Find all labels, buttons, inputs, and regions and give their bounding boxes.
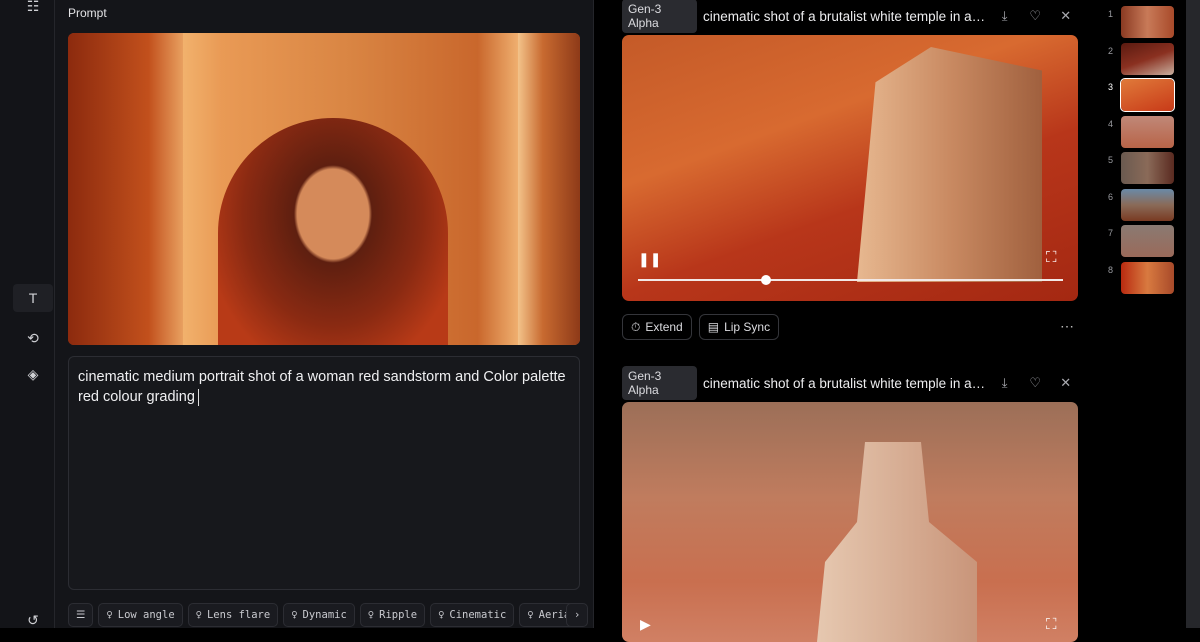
thumbnail-item[interactable]: 3 <box>1100 78 1180 115</box>
thumbnail-image[interactable] <box>1121 261 1174 294</box>
text-tool-icon[interactable]: T <box>13 284 53 312</box>
thumbnail-item[interactable]: 8 <box>1100 261 1180 298</box>
thumbnail-item[interactable]: 5 <box>1100 152 1180 188</box>
fullscreen-icon[interactable]: ⛶ <box>1046 249 1057 266</box>
thumbnail-number: 6 <box>1108 191 1114 202</box>
lip-sync-icon: ▤ <box>707 320 720 334</box>
close-icon[interactable]: ✕ <box>1053 8 1078 24</box>
generation-title: cinematic shot of a brutalist white temp… <box>703 375 987 391</box>
thumbnail-number: 7 <box>1108 228 1114 238</box>
layers-icon[interactable]: ◈ <box>13 360 53 388</box>
chip-dynamic[interactable]: ♀ Dynamic <box>283 603 355 627</box>
thumbnail-number: 3 <box>1108 82 1114 92</box>
model-badge: Gen-3 Alpha <box>622 366 698 400</box>
video-player[interactable]: ❚❚ ⛶ <box>622 35 1078 301</box>
thumbnail-image[interactable] <box>1121 6 1174 38</box>
more-options-icon[interactable]: ⋯ <box>1060 318 1074 335</box>
reference-image[interactable] <box>68 33 580 345</box>
pause-icon[interactable]: ❚❚ <box>638 251 661 268</box>
chip-lens-flare[interactable]: ♀ Lens flare <box>187 603 279 627</box>
history-icon[interactable]: ↺ <box>13 606 53 634</box>
chip-low-angle[interactable]: ♀ Low angle <box>98 603 183 627</box>
chip-label: Low angle <box>117 609 175 621</box>
fullscreen-icon[interactable]: ⛶ <box>1046 616 1057 633</box>
prompt-panel: Prompt cinematic medium portrait shot of… <box>55 0 594 628</box>
thumbnail-number: 8 <box>1108 264 1114 275</box>
thumbnail-item[interactable]: 6 <box>1100 188 1180 225</box>
bulb-icon: ♀ <box>527 609 534 621</box>
bulb-icon: ♀ <box>291 609 298 621</box>
timer-icon: ⏱ <box>631 319 641 334</box>
download-icon[interactable]: ⤓ <box>992 8 1017 24</box>
thumbnail-number: 4 <box>1108 118 1114 129</box>
chip-label: Ripple <box>379 609 418 621</box>
lip-sync-button[interactable]: ▤ Lip Sync <box>698 314 780 340</box>
thumbnail-image[interactable] <box>1121 225 1174 257</box>
play-icon[interactable]: ▶ <box>640 616 651 633</box>
prompt-input[interactable]: cinematic medium portrait shot of a woma… <box>68 356 580 590</box>
generation-title: cinematic shot of a brutalist white temp… <box>703 8 987 24</box>
chip-label: Dynamic <box>302 609 347 621</box>
bulb-icon: ♀ <box>367 609 375 621</box>
bulb-icon: ♀ <box>195 609 202 621</box>
thumbnail-image[interactable] <box>1121 115 1174 148</box>
thumbnail-number: 2 <box>1108 45 1114 56</box>
thumbnail-item[interactable]: 2 <box>1100 42 1180 79</box>
prompt-text: cinematic medium portrait shot of a woma… <box>78 369 566 405</box>
video-player[interactable]: ▶ ⛶ <box>622 402 1078 642</box>
thumbnail-image[interactable] <box>1121 152 1174 184</box>
bulb-icon: ♀ <box>438 609 445 621</box>
thumbnail-image[interactable] <box>1121 42 1174 75</box>
thumbnail-number: 1 <box>1108 9 1114 19</box>
extend-button[interactable]: ⏱ Extend <box>622 314 692 340</box>
thumbnail-image[interactable] <box>1121 188 1174 221</box>
thumbnail-image[interactable] <box>1120 78 1175 112</box>
heart-icon[interactable]: ♡ <box>1023 8 1048 24</box>
model-badge: Gen-3 Alpha <box>622 0 698 33</box>
video-scrubber[interactable] <box>638 275 1063 285</box>
camera-move-icon[interactable]: ⟲ <box>13 324 53 352</box>
lip-sync-label: Lip Sync <box>724 320 771 334</box>
heart-icon[interactable]: ♡ <box>1023 375 1048 391</box>
chip-ripple[interactable]: ♀ Ripple <box>359 603 426 627</box>
preset-chips: ☰ ♀ Low angle ♀ Lens flare ♀ Dynamic ♀ Rippl… <box>68 603 588 627</box>
thumbnail-item[interactable]: 7 <box>1100 225 1180 261</box>
thumbnail-item[interactable]: 1 <box>1100 6 1180 42</box>
panel-title: Prompt <box>68 6 107 20</box>
chips-next-button[interactable]: › <box>566 603 589 627</box>
scrollbar[interactable] <box>1186 0 1200 628</box>
generation-thumbnails: 1 2 3 4 5 6 7 8 <box>1100 6 1180 298</box>
list-icon[interactable]: ☷ <box>13 0 53 20</box>
chip-cinematic[interactable]: ♀ Cinematic <box>430 603 515 627</box>
chip-label: Lens flare <box>206 609 271 621</box>
extend-label: Extend <box>645 320 683 334</box>
bulb-icon: ♀ <box>106 609 113 621</box>
chip-label: Cinematic <box>449 609 507 621</box>
scrubber-handle[interactable] <box>760 275 771 285</box>
download-icon[interactable]: ⤓ <box>992 375 1017 391</box>
left-rail: ☷ T ⟲ ◈ ↺ <box>0 0 55 628</box>
close-icon[interactable]: ✕ <box>1053 375 1078 391</box>
thumbnail-item[interactable]: 4 <box>1100 115 1180 152</box>
presets-list-button[interactable]: ☰ <box>68 603 94 627</box>
thumbnail-number: 5 <box>1108 155 1114 165</box>
